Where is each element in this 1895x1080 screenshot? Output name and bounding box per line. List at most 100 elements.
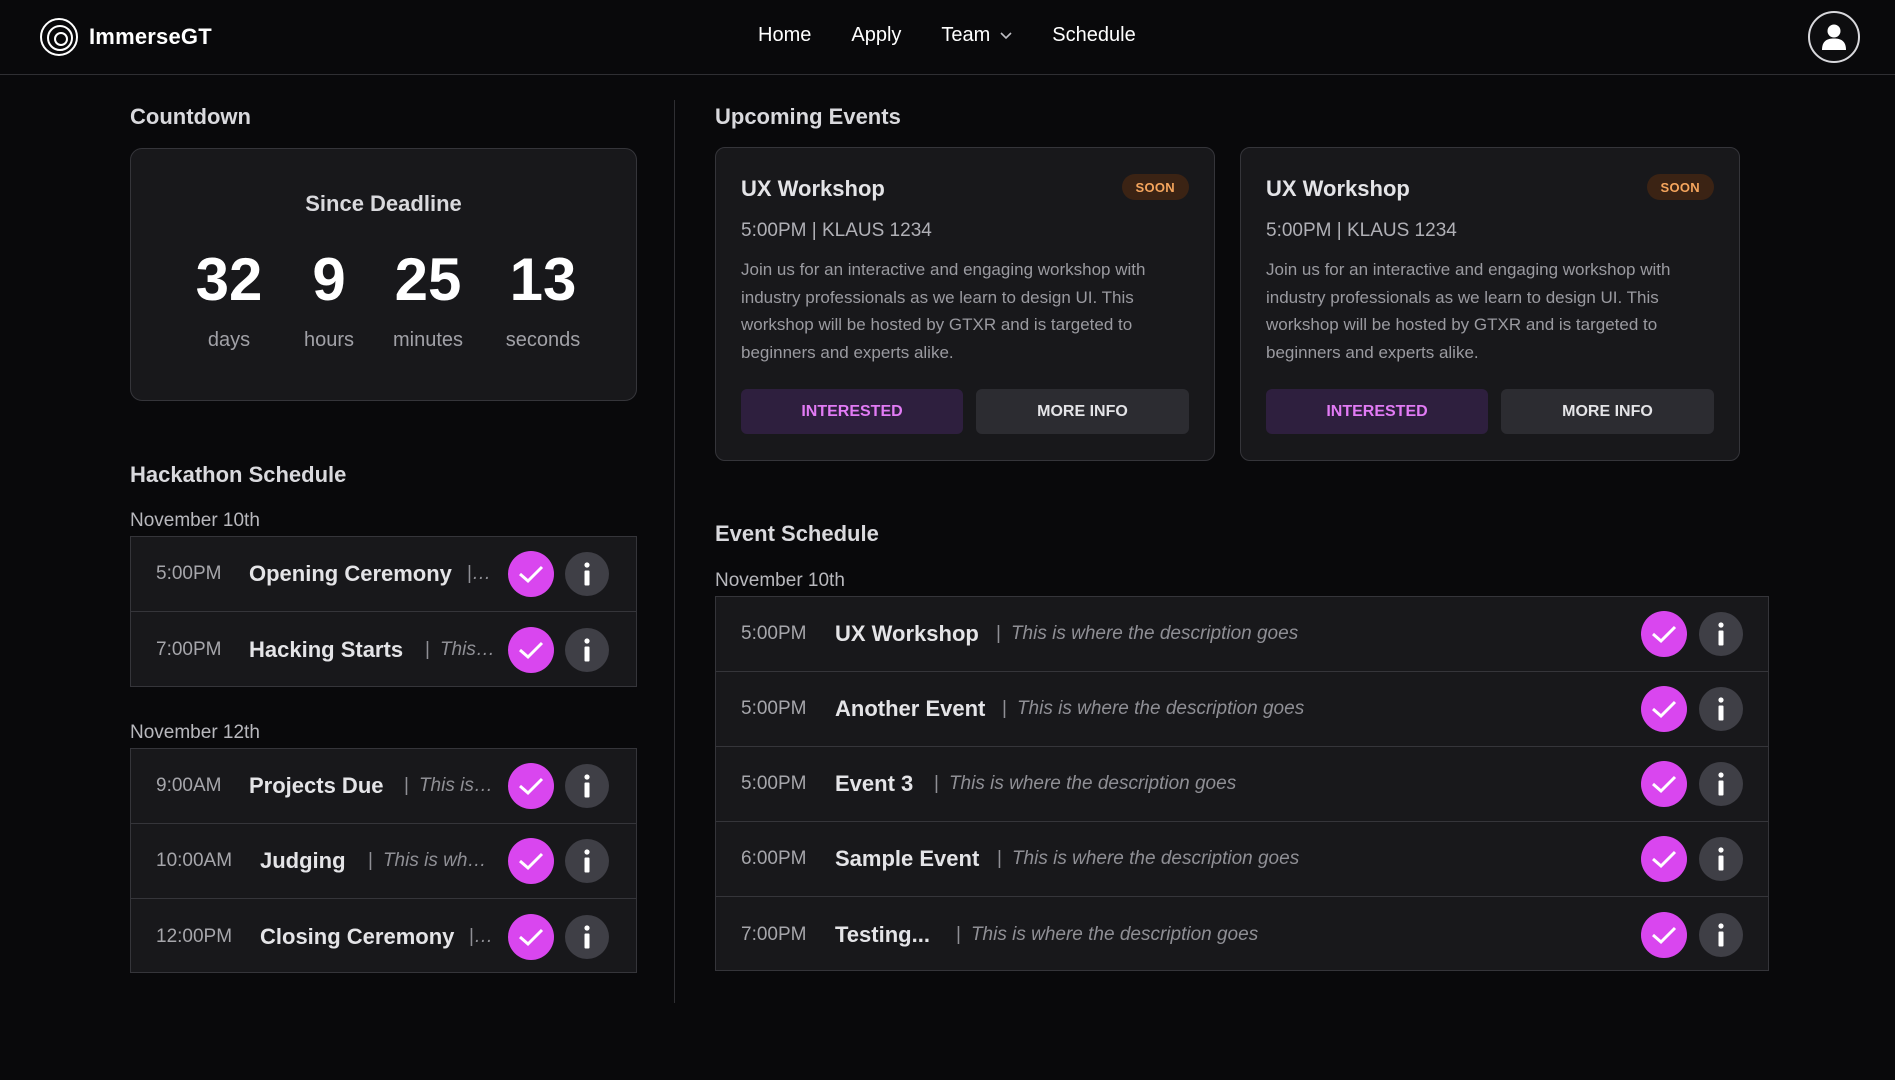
hackathon-date-label: November 10th [130, 510, 260, 531]
info-button[interactable] [565, 627, 609, 672]
info-button[interactable] [1699, 687, 1743, 731]
rsvp-check-button[interactable] [1641, 611, 1687, 657]
schedule-desc: |This is where the description goes [934, 773, 1237, 794]
countdown-hours-value: 9 [312, 246, 346, 313]
schedule-desc: |This is where the description goes [425, 638, 495, 660]
schedule-name: Another Event [835, 696, 986, 721]
nav-link-apply[interactable]: Apply [851, 24, 901, 47]
info-icon [1718, 697, 1724, 721]
info-icon [1718, 847, 1724, 871]
column-divider [674, 100, 675, 1003]
check-icon [1652, 926, 1677, 944]
info-button[interactable] [1699, 762, 1743, 806]
schedule-time: 9:00AM [156, 775, 222, 796]
rsvp-check-button[interactable] [508, 913, 554, 960]
upcoming-events-title: Upcoming Events [715, 104, 901, 129]
schedule-desc: |This is where the description goes [956, 923, 1259, 945]
info-button[interactable] [1699, 912, 1743, 957]
countdown-hours-label: hours [303, 329, 355, 351]
rsvp-check-button[interactable] [508, 551, 554, 597]
rsvp-check-button[interactable] [1641, 911, 1687, 958]
schedule-row[interactable]: 7:00PM Testing... | This is where the des… [716, 897, 1768, 972]
nav-link-team[interactable]: Team [941, 24, 1012, 47]
countdown-days: 32 days [179, 247, 279, 352]
chevron-down-icon [1000, 31, 1012, 39]
schedule-name: Hacking Starts [249, 636, 404, 662]
check-icon [1652, 850, 1677, 869]
countdown-days-label: days [207, 329, 251, 351]
countdown-seconds-label: seconds [505, 329, 581, 351]
countdown-card: Since Deadline 32 days 9 hours 25 minute… [130, 148, 637, 401]
info-icon [584, 637, 590, 661]
schedule-row[interactable]: 7:00PM Hacking Starts |This is where the… [131, 612, 636, 687]
rsvp-check-button[interactable] [508, 838, 554, 884]
rsvp-check-button[interactable] [508, 763, 554, 809]
rsvp-check-button[interactable] [508, 626, 554, 673]
interested-button[interactable]: INTERESTED [1266, 389, 1488, 434]
schedule-row[interactable]: 9:00AM Projects Due |This is where the d… [131, 749, 636, 824]
logo-icon [40, 18, 78, 56]
info-button[interactable] [565, 914, 609, 959]
countdown-minutes-value: 25 [394, 246, 462, 313]
schedule-desc: |This is where the description goes [996, 623, 1299, 644]
schedule-name: Event 3 [835, 771, 914, 796]
more-info-button[interactable]: MORE INFO [1501, 389, 1714, 434]
schedule-name: Opening Ceremony [249, 561, 452, 586]
info-button[interactable] [565, 552, 609, 596]
info-icon [584, 849, 590, 873]
schedule-row[interactable]: 5:00PM UX Workshop | This is where the de… [716, 597, 1768, 672]
info-button[interactable] [1699, 837, 1743, 881]
countdown-hours: 9 hours [289, 247, 369, 352]
schedule-row[interactable]: 12:00PM Closing Ceremony |This is where … [131, 899, 636, 974]
rsvp-check-button[interactable] [1641, 761, 1687, 807]
check-icon [1652, 775, 1677, 794]
event-schedule-title: Event Schedule [715, 521, 879, 546]
nav-link-home[interactable]: Home [758, 24, 811, 47]
brand-name: ImmerseGT [89, 24, 212, 49]
info-icon [1718, 622, 1724, 646]
rsvp-check-button[interactable] [1641, 836, 1687, 882]
event-card-meta: 5:00PM | KLAUS 1234 [1266, 220, 1457, 241]
schedule-row[interactable]: 5:00PM Another Event | This is where the … [716, 672, 1768, 747]
status-badge: SOON [1646, 174, 1714, 200]
schedule-time: 12:00PM [156, 925, 233, 947]
nav-link-team-label: Team [941, 24, 991, 46]
check-icon [519, 777, 544, 796]
info-icon [584, 562, 590, 586]
check-icon [1652, 700, 1677, 719]
schedule-name: Sample Event [835, 846, 980, 871]
countdown-days-value: 32 [195, 246, 263, 313]
countdown-title: Since Deadline [305, 191, 462, 216]
info-button[interactable] [1699, 612, 1743, 656]
schedule-desc: |This is where the description goes [1002, 698, 1305, 719]
check-icon [519, 641, 544, 659]
interested-button[interactable]: INTERESTED [741, 389, 963, 434]
brand[interactable]: ImmerseGT [39, 17, 212, 57]
countdown-minutes-label: minutes [392, 329, 464, 351]
hackathon-schedule-list: 9:00AM Projects Due |This is where the d… [130, 748, 637, 973]
schedule-row[interactable]: 5:00PM Opening Ceremony |This is where t… [131, 537, 636, 612]
check-icon [519, 565, 544, 584]
schedule-desc: |This is where the description goes [469, 925, 497, 947]
schedule-time: 7:00PM [741, 923, 807, 945]
rsvp-check-button[interactable] [1641, 686, 1687, 732]
schedule-row[interactable]: 5:00PM Event 3 | This is where the descri… [716, 747, 1768, 822]
check-icon [519, 852, 544, 871]
event-card-title: UX Workshop [1266, 176, 1410, 201]
schedule-row[interactable]: 6:00PM Sample Event | This is where the d… [716, 822, 1768, 897]
schedule-time: 5:00PM [741, 623, 807, 644]
event-schedule-list: 5:00PM UX Workshop | This is where the de… [715, 596, 1769, 971]
user-avatar-button[interactable] [1808, 11, 1860, 63]
schedule-row[interactable]: 10:00AM Judging |This is where the descr… [131, 824, 636, 899]
nav-link-schedule[interactable]: Schedule [1052, 24, 1135, 47]
hackathon-schedule-title: Hackathon Schedule [130, 462, 347, 487]
top-nav: ImmerseGT Home Apply Team Schedule [0, 0, 1895, 75]
more-info-button[interactable]: MORE INFO [976, 389, 1189, 434]
schedule-desc: |This is where the description goes [997, 848, 1300, 869]
schedule-desc: |This is where the description goes [368, 850, 496, 871]
check-icon [1652, 625, 1677, 644]
info-button[interactable] [565, 839, 609, 883]
countdown-seconds: 13 seconds [488, 247, 598, 352]
info-button[interactable] [565, 764, 609, 808]
info-icon [584, 924, 590, 948]
